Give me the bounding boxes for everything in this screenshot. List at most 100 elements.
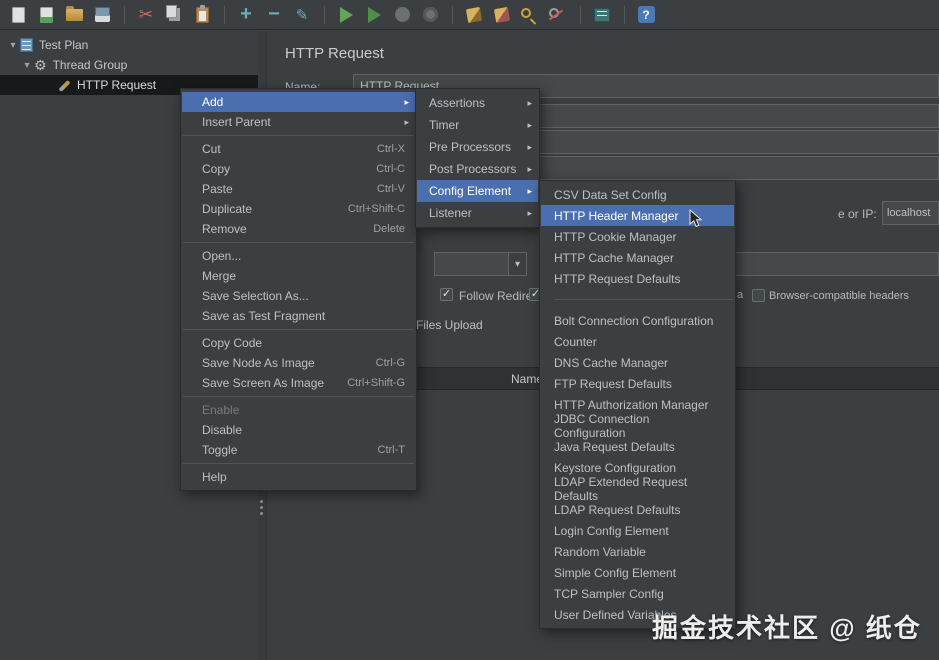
main-toolbar: ✂ + − ✎? [0,0,939,30]
function-helper-icon[interactable] [580,3,614,27]
submenu-arrow-icon: ▸ [527,141,532,152]
splitter-handle-icon[interactable] [260,500,263,515]
config-item-tcp-sampler-config[interactable]: TCP Sampler Config [541,583,734,604]
tree-item-label: Test Plan [39,38,89,52]
submenu-item-post-processors[interactable]: Post Processors ▸ [417,158,538,180]
submenu-item-config-element[interactable]: Config Element ▸ [417,180,538,202]
menu-item-copy-code[interactable]: Copy Code [182,333,415,353]
menu-item-copy[interactable]: Copy Ctrl-C [182,159,415,179]
copy-icon[interactable] [162,3,186,27]
menu-item-save-as-test-fragment[interactable]: Save as Test Fragment [182,306,415,326]
submenu-arrow-icon: ▸ [527,185,532,196]
menu-separator [182,460,415,467]
submenu-arrow-icon: ▸ [404,116,409,127]
shutdown-icon[interactable] [418,3,442,27]
remove-icon[interactable]: − [262,3,286,27]
menu-item-save-screen-as-image[interactable]: Save Screen As Image Ctrl+Shift-G [182,373,415,393]
tree-item-test-plan[interactable]: ▾ Test Plan [0,35,265,55]
menu-item-remove[interactable]: Remove Delete [182,219,415,239]
submenu-arrow-icon: ▸ [404,96,409,107]
config-item-http-cookie-manager[interactable]: HTTP Cookie Manager [541,226,734,247]
menu-item-enable: Enable [202,403,240,417]
mouse-cursor-icon [689,208,703,234]
menu-item-merge[interactable]: Merge [182,266,415,286]
config-item-ftp-request-defaults[interactable]: FTP Request Defaults [541,373,734,394]
clear-all-icon[interactable] [490,3,514,27]
cut-icon[interactable]: ✂ [124,3,158,27]
stop-icon[interactable] [390,3,414,27]
submenu-arrow-icon: ▸ [527,207,532,218]
gear-icon: ⚙ [34,57,47,73]
page-title: HTTP Request [285,45,384,62]
chevron-down-icon[interactable]: ▾ [6,40,20,51]
menu-item-save-node-as-image[interactable]: Save Node As Image Ctrl-G [182,353,415,373]
add-submenu: Assertions ▸ Timer ▸ Pre Processors ▸ Po… [415,88,540,228]
chevron-down-icon[interactable]: ▾ [508,253,526,275]
menu-item-toggle[interactable]: Toggle Ctrl-T [182,440,415,460]
menu-item-insert-parent[interactable]: Insert Parent ▸ [182,112,415,132]
server-name-input[interactable] [882,201,939,225]
menu-separator [541,289,734,310]
tab-files-upload[interactable]: Files Upload [416,318,483,332]
tree-item-label: Thread Group [52,58,128,72]
start-no-pauses-icon[interactable] [362,3,386,27]
config-item-login-config-element[interactable]: Login Config Element [541,520,734,541]
reset-search-icon[interactable] [546,3,570,27]
submenu-arrow-icon: ▸ [527,97,532,108]
start-icon[interactable] [324,3,358,27]
tree-item-label: HTTP Request [77,78,157,92]
menu-separator [182,326,415,333]
menu-item-help[interactable]: Help [182,467,415,487]
chevron-down-icon[interactable]: ▾ [20,60,34,71]
config-item-http-request-defaults[interactable]: HTTP Request Defaults [541,268,734,289]
browser-compatible-headers-label: Browser-compatible headers [769,290,910,302]
open-icon[interactable] [62,3,86,27]
config-item-bolt-connection-configuration[interactable]: Bolt Connection Configuration [541,310,734,331]
new-file-icon[interactable] [6,3,30,27]
config-item-jdbc-connection-configuration[interactable]: JDBC Connection Configuration [541,412,734,440]
config-item-dns-cache-manager[interactable]: DNS Cache Manager [541,352,734,373]
jmeter-window: ✂ + − ✎? ▾ Test Plan ▾ ⚙ Thread Group HTTP … [0,0,939,660]
config-item-http-header-manager[interactable]: HTTP Header Manager [541,205,734,226]
browser-compatible-headers-checkbox[interactable] [752,289,765,302]
templates-icon[interactable] [34,3,58,27]
follow-redirects-checkbox[interactable] [440,288,453,301]
menu-item-paste[interactable]: Paste Ctrl-V [182,179,415,199]
menu-item-cut[interactable]: Cut Ctrl-X [182,139,415,159]
menu-item-add[interactable]: Add ▸ [182,92,415,112]
menu-separator [182,393,415,400]
use-multipart-label-partial: a [737,289,744,301]
config-item-ldap-extended-request-defaults[interactable]: LDAP Extended Request Defaults [541,475,734,503]
config-item-csv-data-set-config[interactable]: CSV Data Set Config [541,184,734,205]
server-name-label-partial: e or IP: [838,207,877,221]
help-icon[interactable]: ? [624,3,658,27]
watermark-text: 掘金技术社区 @ 纸仓 [652,613,922,643]
submenu-item-assertions[interactable]: Assertions ▸ [417,92,538,114]
config-item-java-request-defaults[interactable]: Java Request Defaults [541,436,734,457]
submenu-item-listener[interactable]: Listener ▸ [417,202,538,224]
test-plan-icon [20,38,33,52]
clear-icon[interactable] [452,3,486,27]
menu-separator [182,132,415,139]
menu-item-disable[interactable]: Disable [182,420,415,440]
tree-item-thread-group[interactable]: ▾ ⚙ Thread Group [0,55,265,75]
submenu-arrow-icon: ▸ [527,163,532,174]
paste-icon[interactable] [190,3,214,27]
menu-separator [182,239,415,246]
search-icon[interactable] [518,3,542,27]
config-item-counter[interactable]: Counter [541,331,734,352]
edit-icon[interactable]: ✎ [290,3,314,27]
config-item-ldap-request-defaults[interactable]: LDAP Request Defaults [541,499,734,520]
save-icon[interactable] [90,3,114,27]
menu-item-save-selection-as[interactable]: Save Selection As... [182,286,415,306]
config-item-random-variable[interactable]: Random Variable [541,541,734,562]
config-item-http-cache-manager[interactable]: HTTP Cache Manager [541,247,734,268]
menu-item-duplicate[interactable]: Duplicate Ctrl+Shift-C [182,199,415,219]
submenu-item-timer[interactable]: Timer ▸ [417,114,538,136]
add-icon[interactable]: + [224,3,258,27]
config-element-submenu: CSV Data Set Config HTTP Header Manager … [539,180,736,629]
method-dropdown[interactable]: ▾ [434,252,527,276]
menu-item-open[interactable]: Open... [182,246,415,266]
submenu-item-pre-processors[interactable]: Pre Processors ▸ [417,136,538,158]
config-item-simple-config-element[interactable]: Simple Config Element [541,562,734,583]
